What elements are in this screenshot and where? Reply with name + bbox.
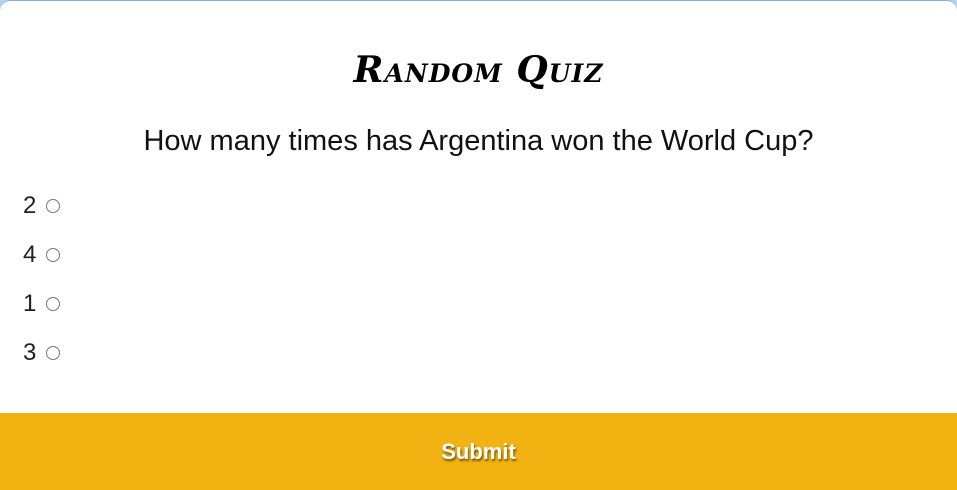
- quiz-title: Random Quiz: [353, 49, 604, 91]
- question-text: How many times has Argentina won the Wor…: [143, 125, 814, 157]
- answer-radio[interactable]: [46, 346, 61, 360]
- submit-button[interactable]: Submit: [0, 413, 957, 490]
- answer-radio[interactable]: [46, 199, 61, 213]
- answer-option[interactable]: 1: [23, 288, 323, 337]
- answer-option[interactable]: 4: [23, 239, 323, 288]
- answer-radio[interactable]: [46, 248, 61, 262]
- answer-label: 3: [23, 339, 37, 366]
- answer-label: 2: [23, 192, 37, 219]
- answer-radio[interactable]: [46, 297, 61, 311]
- quiz-card: Random Quiz How many times has Argentina…: [0, 0, 957, 490]
- answer-option[interactable]: 2: [23, 190, 323, 239]
- answer-option[interactable]: 3: [23, 337, 323, 386]
- answer-label: 1: [23, 290, 37, 317]
- answer-options: 2 4 1 3: [23, 190, 323, 386]
- answer-label: 4: [23, 241, 37, 268]
